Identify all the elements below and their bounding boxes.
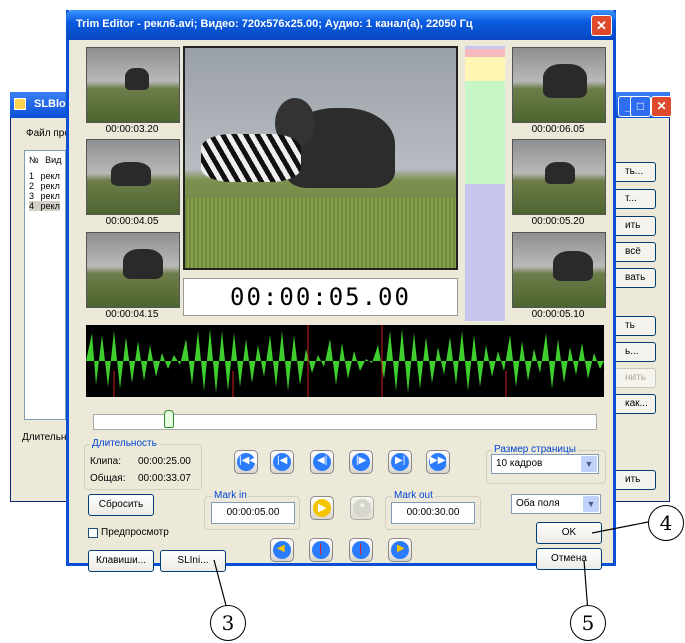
- callout-3: 3: [210, 605, 246, 641]
- callout-5: 5: [570, 605, 606, 641]
- callout-lines: [213, 521, 649, 614]
- callout-4: 4: [648, 505, 684, 541]
